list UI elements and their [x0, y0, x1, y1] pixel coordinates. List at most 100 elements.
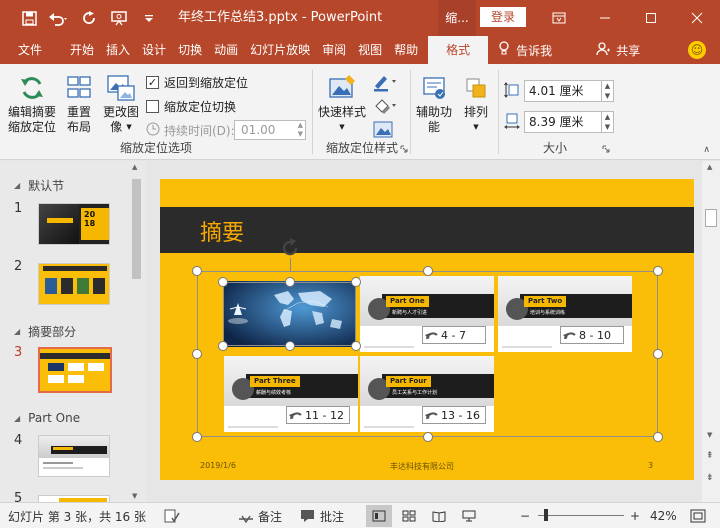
resize-handle[interactable]	[653, 266, 663, 276]
resize-handle[interactable]	[653, 432, 663, 442]
resize-handle[interactable]	[351, 277, 361, 287]
image-background-icon	[373, 121, 393, 138]
quick-styles-button[interactable]: 快速样式 ▼	[316, 74, 368, 135]
reading-view-button[interactable]	[426, 505, 452, 527]
slideshow-view-button[interactable]	[456, 505, 482, 527]
spin-arrows-icon[interactable]: ▲ ▼	[298, 121, 303, 139]
size-group-label: 大小	[542, 141, 567, 155]
redo-button[interactable]	[74, 0, 104, 36]
arrange-button[interactable]: 排列 ▼	[458, 74, 494, 135]
zoom-slider-track[interactable]	[538, 515, 624, 516]
tell-me-box[interactable]: 告诉我	[498, 36, 558, 64]
resize-handle[interactable]	[285, 341, 295, 351]
height-input[interactable]: 4.01 厘米	[524, 80, 602, 102]
resize-handle[interactable]	[218, 341, 228, 351]
scroll-up-icon[interactable]: ▲	[132, 163, 137, 171]
resize-handle[interactable]	[423, 432, 433, 442]
save-button[interactable]	[14, 0, 44, 36]
notes-button[interactable]: 备注	[238, 503, 282, 528]
height-row: 4.01 厘米 ▲ ▼	[504, 80, 614, 102]
zoom-in-button[interactable]: +	[630, 503, 640, 528]
canvas-scroll-thumb[interactable]	[705, 209, 717, 227]
previous-slide-icon[interactable]: ⇞	[706, 451, 714, 461]
tab-animations[interactable]: 动画	[208, 36, 244, 64]
share-button[interactable]: 共享	[596, 36, 646, 64]
close-icon	[691, 12, 703, 24]
ribbon-tabs: 文件 开始 插入 设计 切换 动画 幻灯片放映 审阅 视图 帮助 格式 告诉我 …	[0, 36, 720, 64]
duration-input[interactable]: 01.00 ▲ ▼	[234, 120, 306, 140]
tab-help[interactable]: 帮助	[388, 36, 424, 64]
slide-thumbnail-1[interactable]: 20 18	[38, 203, 110, 245]
customize-qat-button[interactable]	[134, 0, 164, 36]
resize-handle[interactable]	[653, 349, 663, 359]
zoom-transition-checkbox[interactable]: 缩放定位切换	[146, 98, 236, 115]
section-part-one[interactable]: ◢ Part One	[14, 411, 80, 425]
border-color-button[interactable]	[372, 72, 398, 95]
tab-transitions[interactable]: 切换	[172, 36, 208, 64]
resize-handle[interactable]	[423, 266, 433, 276]
slide-thumbnail-3[interactable]	[38, 347, 112, 393]
spelling-check-button[interactable]	[164, 503, 180, 528]
return-to-zoom-checkbox[interactable]: ✓ 返回到缩放定位	[146, 74, 248, 91]
maximize-button[interactable]	[628, 0, 674, 36]
height-icon	[504, 81, 520, 102]
present-button[interactable]	[104, 0, 134, 36]
tab-view[interactable]: 视图	[352, 36, 388, 64]
section-default[interactable]: ◢ 默认节	[14, 177, 64, 194]
slide-title[interactable]: 摘要	[200, 215, 244, 247]
collapse-ribbon-icon[interactable]: ∧	[703, 145, 710, 155]
height-spin-icon[interactable]: ▲ ▼	[602, 80, 614, 102]
resize-handle[interactable]	[192, 432, 202, 442]
tab-slideshow[interactable]: 幻灯片放映	[244, 36, 316, 64]
tab-home[interactable]: 开始	[64, 36, 100, 64]
dialog-launcher-icon[interactable]	[400, 142, 408, 156]
scroll-down-icon[interactable]: ▼	[132, 492, 137, 500]
normal-view-button[interactable]	[366, 505, 392, 527]
width-row: 8.39 厘米 ▲ ▼	[504, 111, 614, 133]
rotate-handle-icon[interactable]	[279, 237, 301, 259]
login-button[interactable]: 登录	[480, 7, 526, 27]
tab-design[interactable]: 设计	[136, 36, 172, 64]
width-spin-icon[interactable]: ▲ ▼	[602, 111, 614, 133]
size-dialog-launcher-icon[interactable]	[602, 142, 610, 156]
slide-number-active: 3	[14, 345, 23, 360]
tab-format[interactable]: 格式	[428, 36, 489, 64]
ribbon-display-button[interactable]	[536, 0, 582, 36]
tab-review[interactable]: 审阅	[316, 36, 352, 64]
resize-handle[interactable]	[218, 277, 228, 287]
minimize-button[interactable]	[582, 0, 628, 36]
next-slide-icon[interactable]: ⇟	[706, 473, 714, 483]
context-tab-header[interactable]: 缩...	[438, 0, 476, 36]
edit-summary-button[interactable]: 编辑摘要 缩放定位	[6, 74, 58, 135]
tab-insert[interactable]: 插入	[100, 36, 136, 64]
accessibility-button[interactable]: 辅助功 能	[414, 74, 454, 135]
fit-to-window-button[interactable]	[690, 503, 706, 528]
comments-button[interactable]: 批注	[300, 503, 344, 528]
resize-handle[interactable]	[285, 277, 295, 287]
view-buttons	[366, 503, 482, 528]
effects-button[interactable]	[372, 96, 398, 119]
resize-handle[interactable]	[192, 266, 202, 276]
resize-handle[interactable]	[351, 341, 361, 351]
reset-layout-button[interactable]: 重置 布局	[62, 74, 96, 135]
slide-sorter-button[interactable]	[396, 505, 422, 527]
zoom-out-button[interactable]: −	[520, 503, 530, 528]
slide-thumbnail-4[interactable]	[38, 435, 110, 477]
undo-button[interactable]	[44, 0, 74, 36]
slide-thumbnail-2[interactable]	[38, 263, 110, 305]
canvas-vertical-scrollbar[interactable]: ▲ ▼ ⇞ ⇟	[702, 161, 720, 502]
resize-handle[interactable]	[192, 349, 202, 359]
feedback-smile-icon[interactable]: ☺	[688, 41, 706, 59]
change-image-button[interactable]: 更改图 像 ▼	[100, 74, 142, 135]
zoom-slider-knob[interactable]	[544, 509, 548, 521]
section-summary[interactable]: ◢ 摘要部分	[14, 323, 76, 340]
thumbnail-scroll-thumb[interactable]	[132, 179, 141, 279]
tab-file[interactable]: 文件	[0, 36, 64, 64]
fit-window-icon	[690, 509, 706, 523]
thumbnail-scrollbar[interactable]: ▲ ▼	[129, 161, 144, 502]
width-input[interactable]: 8.39 厘米	[524, 111, 602, 133]
scroll-down-icon[interactable]: ▼	[707, 431, 712, 439]
zoom-level[interactable]: 42%	[650, 503, 677, 528]
close-button[interactable]	[674, 0, 720, 36]
scroll-up-icon[interactable]: ▲	[707, 163, 712, 171]
